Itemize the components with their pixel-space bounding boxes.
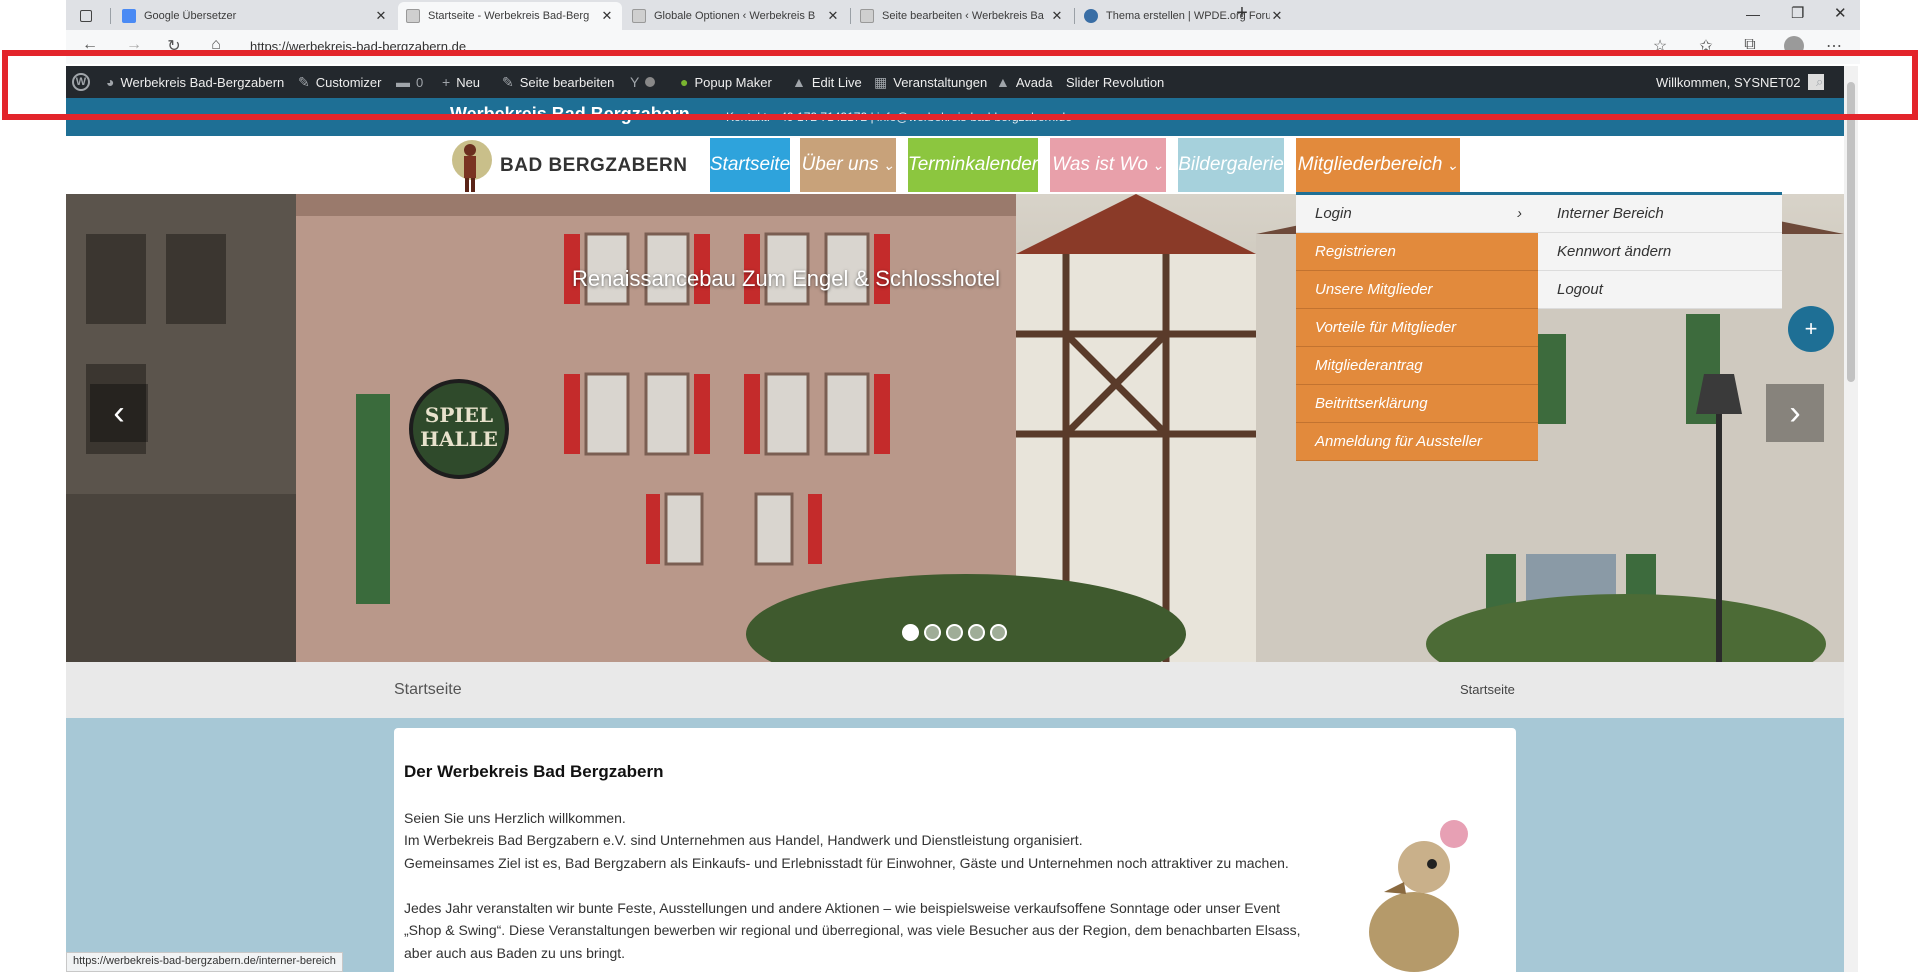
content-paragraph: Gemeinsames Ziel ist es, Bad Bergzabern … (404, 855, 1289, 871)
tab-startseite[interactable]: Startseite - Werbekreis Bad-Berg ✕ (398, 2, 622, 30)
menu-was-ist-wo[interactable]: Was ist Wo ⌄ (1050, 138, 1166, 192)
page-title-bar: Startseite Startseite (66, 662, 1844, 718)
close-tab-icon[interactable]: ✕ (1050, 8, 1064, 24)
chevron-down-icon: ⌄ (1446, 156, 1459, 173)
tab-separator (850, 8, 851, 24)
tab-actions-button[interactable] (66, 2, 104, 30)
slider-dot[interactable] (924, 624, 941, 641)
dropdown-item-beitrittserklaerung[interactable]: Beitrittserklärung (1296, 385, 1538, 423)
menu-bildergalerie[interactable]: Bildergalerie (1178, 138, 1284, 192)
menu-ueber-uns[interactable]: Über uns ⌄ (800, 138, 896, 192)
dropdown-item-vorteile[interactable]: Vorteile für Mitglieder (1296, 309, 1538, 347)
slider-prev-button[interactable]: ‹ (90, 384, 148, 442)
dropdown-item-anmeldung-aussteller[interactable]: Anmeldung für Aussteller (1296, 423, 1538, 461)
svg-text:HALLE: HALLE (420, 427, 498, 451)
dropdown-item-login[interactable]: Login › (1296, 195, 1538, 233)
breadcrumb[interactable]: Startseite (1460, 682, 1515, 697)
menu-terminkalender[interactable]: Terminkalender (908, 138, 1038, 192)
chevron-down-icon: ⌄ (882, 156, 895, 173)
tab-globale-optionen[interactable]: Globale Optionen ‹ Werbekreis B ✕ (624, 2, 848, 30)
status-bar-url: https://werbekreis-bad-bergzabern.de/int… (66, 952, 343, 972)
tab-title: Globale Optionen ‹ Werbekreis B (654, 10, 816, 22)
slider-next-button[interactable]: › (1766, 384, 1824, 442)
scrollbar-thumb[interactable] (1847, 82, 1855, 382)
content-paragraph: Jedes Jahr veranstalten wir bunte Feste,… (404, 900, 1281, 916)
browser-window: Google Übersetzer ✕ Startseite - Werbekr… (0, 0, 1920, 972)
dropdown-item-registrieren[interactable]: Registrieren (1296, 233, 1538, 271)
close-tab-icon[interactable]: ✕ (826, 8, 840, 24)
tab-google-translate[interactable]: Google Übersetzer ✕ (114, 2, 396, 30)
page-scrollbar[interactable] (1844, 66, 1858, 972)
slider-dot[interactable] (902, 624, 919, 641)
hero-caption: Renaissancebau Zum Engel & Schlosshotel (572, 266, 1001, 291)
close-tab-icon[interactable]: ✕ (374, 8, 388, 24)
tab-wpde-forum[interactable]: Thema erstellen | WPDE.org Foru ✕ (1076, 2, 1292, 30)
mitgliederbereich-dropdown: Login › Registrieren Unsere Mitglieder V… (1296, 192, 1538, 461)
mascot-illustration (1369, 820, 1468, 972)
content-paragraph: „Shop & Swing“. Diese Veranstaltungen be… (404, 922, 1301, 938)
chevron-right-icon: › (1789, 393, 1801, 432)
minimize-button[interactable]: — (1746, 6, 1760, 22)
tab-bar: Google Übersetzer ✕ Startseite - Werbekr… (66, 0, 1860, 30)
google-translate-icon (122, 9, 136, 23)
tab-title: Seite bearbeiten ‹ Werbekreis Ba (882, 10, 1044, 22)
svg-text:SPIEL: SPIEL (425, 403, 493, 427)
content-area: Der Werbekreis Bad Bergzabern Seien Sie … (66, 718, 1844, 972)
site-header: BAD BERGZABERN Startseite Über uns ⌄ Ter… (66, 136, 1844, 194)
slider-dot[interactable] (946, 624, 963, 641)
floating-plus-button[interactable]: + (1788, 306, 1834, 352)
logo-figure-icon[interactable] (450, 138, 494, 194)
restore-button[interactable]: ❐ (1791, 4, 1804, 22)
tab-title: Google Übersetzer (144, 10, 237, 22)
site-favicon-icon (632, 9, 646, 23)
highlight-frame (2, 50, 1918, 120)
new-tab-button[interactable]: + (1228, 2, 1256, 28)
chevron-down-icon: ⌄ (1151, 156, 1164, 173)
menu-mitgliederbereich[interactable]: Mitgliederbereich ⌄ (1296, 138, 1460, 192)
site-favicon-icon (406, 9, 420, 23)
close-tab-icon[interactable]: ✕ (600, 8, 614, 24)
submenu-item-kennwort-aendern[interactable]: Kennwort ändern (1538, 233, 1782, 271)
close-tab-icon[interactable]: ✕ (1270, 8, 1284, 24)
window-close-button[interactable]: ✕ (1834, 4, 1847, 22)
tab-seite-bearbeiten[interactable]: Seite bearbeiten ‹ Werbekreis Ba ✕ (852, 2, 1072, 30)
dropdown-item-mitgliederantrag[interactable]: Mitgliederantrag (1296, 347, 1538, 385)
site-favicon-icon (860, 9, 874, 23)
login-submenu: Interner Bereich Kennwort ändern Logout (1538, 192, 1782, 309)
tab-actions-icon (80, 10, 92, 22)
chevron-right-icon: › (1517, 205, 1522, 222)
chevron-left-icon: ‹ (113, 393, 125, 432)
page-title: Startseite (394, 681, 462, 698)
plus-icon: + (1804, 316, 1818, 341)
wordpress-icon (1084, 9, 1098, 23)
tab-title: Startseite - Werbekreis Bad-Berg (428, 10, 590, 22)
slider-dot[interactable] (990, 624, 1007, 641)
content-paragraph: aber auch aus Baden zu uns bringt. (404, 945, 626, 961)
tab-separator (110, 8, 111, 24)
content-paragraph: Im Werbekreis Bad Bergzabern e.V. sind U… (404, 832, 1083, 848)
menu-startseite[interactable]: Startseite (710, 138, 790, 192)
logo-text[interactable]: BAD BERGZABERN (500, 155, 688, 177)
submenu-item-interner-bereich[interactable]: Interner Bereich (1538, 195, 1782, 233)
tab-separator (1074, 8, 1075, 24)
content-paragraph: Seien Sie uns Herzlich willkommen. (404, 810, 626, 826)
slider-dot[interactable] (968, 624, 985, 641)
dropdown-item-unsere-mitglieder[interactable]: Unsere Mitglieder (1296, 271, 1538, 309)
website: Werbekreis Bad Bergzabern Kontakt: +49 1… (66, 98, 1844, 972)
content-heading: Der Werbekreis Bad Bergzabern (404, 762, 664, 781)
submenu-item-logout[interactable]: Logout (1538, 271, 1782, 309)
